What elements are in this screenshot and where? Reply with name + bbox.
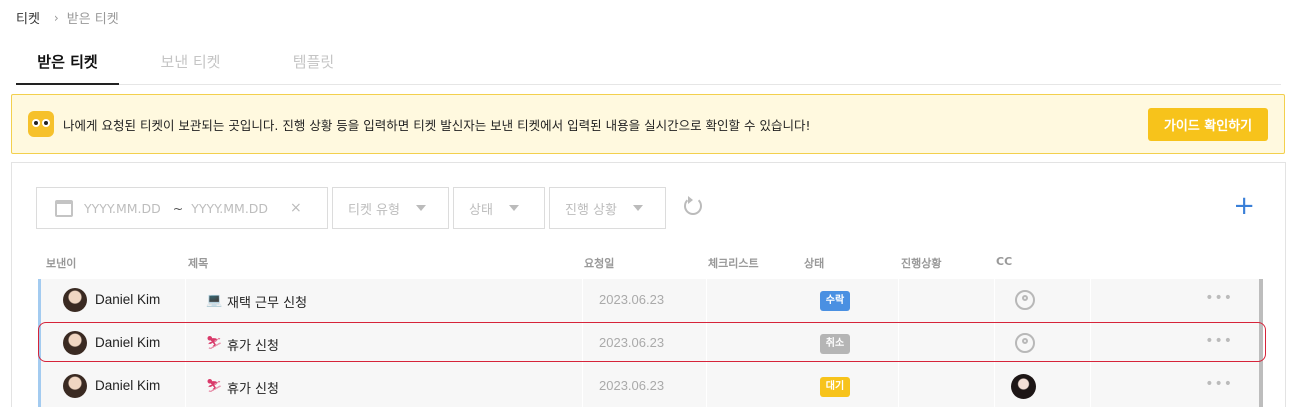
info-banner: 나에게 요청된 티켓이 보관되는 곳입니다. 진행 상황 등을 입력하면 티켓 … bbox=[11, 94, 1285, 154]
column-header-progress[interactable]: 진행상황 bbox=[901, 255, 941, 271]
clear-date-icon[interactable]: × bbox=[290, 200, 302, 216]
row-scroll-indicator bbox=[1259, 279, 1263, 322]
progress-label: 진행 상황 bbox=[565, 202, 617, 218]
chevron-down-icon bbox=[632, 205, 643, 211]
request-date: 2023.06.23 bbox=[599, 292, 665, 307]
request-date: 2023.06.23 bbox=[599, 378, 665, 393]
empty-user-icon[interactable] bbox=[1015, 290, 1035, 310]
laptop-icon: 💻 bbox=[206, 293, 223, 308]
date-from-input[interactable]: YYYY.MM.DD bbox=[84, 201, 161, 216]
status-label: 상태 bbox=[469, 202, 493, 218]
tab-received-tickets[interactable]: 받은 티켓 bbox=[16, 40, 119, 85]
guide-button[interactable]: 가이드 확인하기 bbox=[1148, 108, 1268, 141]
refresh-icon[interactable] bbox=[684, 196, 702, 215]
status-badge: 수락 bbox=[820, 291, 850, 311]
table-row[interactable]: Daniel Kim 💻 재택 근무 신청 2023.06.23 수락 ••• bbox=[38, 279, 1263, 322]
more-options-icon[interactable]: ••• bbox=[1205, 376, 1233, 392]
date-range-separator: ~ bbox=[172, 200, 184, 216]
ticket-panel: YYYY.MM.DD ~ YYYY.MM.DD × 티켓 유형 상태 진행 상황… bbox=[11, 162, 1286, 407]
cc-user-avatar[interactable] bbox=[1011, 374, 1036, 399]
breadcrumb-separator-icon: › bbox=[53, 10, 59, 25]
banner-text: 나에게 요청된 티켓이 보관되는 곳입니다. 진행 상황 등을 입력하면 티켓 … bbox=[63, 117, 811, 133]
progress-dropdown[interactable]: 진행 상황 bbox=[549, 187, 666, 229]
ticket-type-dropdown[interactable]: 티켓 유형 bbox=[332, 187, 449, 229]
filter-bar: YYYY.MM.DD ~ YYYY.MM.DD × 티켓 유형 상태 진행 상황 bbox=[36, 187, 702, 229]
tab-sent-tickets[interactable]: 보낸 티켓 bbox=[139, 40, 242, 85]
row-highlight-outline bbox=[38, 322, 1266, 362]
sender-name: Daniel Kim bbox=[95, 292, 161, 307]
column-header-request-date[interactable]: 요청일 bbox=[584, 255, 614, 271]
row-indicator bbox=[38, 365, 41, 407]
breadcrumb-root[interactable]: 티켓 bbox=[16, 8, 40, 27]
avatar bbox=[63, 374, 87, 398]
tab-templates[interactable]: 템플릿 bbox=[262, 40, 365, 85]
eyes-icon bbox=[28, 111, 54, 137]
breadcrumb: 티켓 › 받은 티켓 bbox=[16, 8, 119, 28]
ticket-title[interactable]: 휴가 신청 bbox=[227, 378, 279, 397]
date-range-picker[interactable]: YYYY.MM.DD ~ YYYY.MM.DD × bbox=[36, 187, 328, 229]
column-header-title[interactable]: 제목 bbox=[188, 255, 208, 271]
avatar bbox=[63, 288, 87, 312]
status-badge: 대기 bbox=[820, 377, 850, 397]
table-row[interactable]: Daniel Kim ⛷ 휴가 신청 2023.06.23 대기 ••• bbox=[38, 365, 1263, 407]
column-header-status[interactable]: 상태 bbox=[804, 255, 824, 271]
column-header-sender[interactable]: 보낸이 bbox=[46, 255, 76, 271]
more-options-icon[interactable]: ••• bbox=[1205, 290, 1233, 306]
row-scroll-indicator bbox=[1259, 365, 1263, 407]
ticket-type-label: 티켓 유형 bbox=[348, 202, 400, 218]
row-indicator bbox=[38, 279, 41, 322]
add-ticket-button[interactable]: + bbox=[1233, 193, 1255, 219]
column-header-checklist[interactable]: 체크리스트 bbox=[708, 255, 759, 271]
tab-bar: 받은 티켓 보낸 티켓 템플릿 bbox=[16, 40, 1281, 85]
chevron-down-icon bbox=[415, 205, 426, 211]
sender-name: Daniel Kim bbox=[95, 378, 161, 393]
status-dropdown[interactable]: 상태 bbox=[453, 187, 545, 229]
date-to-input[interactable]: YYYY.MM.DD bbox=[191, 201, 268, 216]
calendar-icon bbox=[55, 199, 73, 217]
chevron-down-icon bbox=[508, 205, 519, 211]
skier-icon: ⛷ bbox=[206, 379, 223, 394]
ticket-title[interactable]: 재택 근무 신청 bbox=[227, 292, 307, 311]
column-header-cc[interactable]: CC bbox=[996, 255, 1012, 268]
breadcrumb-current: 받은 티켓 bbox=[66, 12, 119, 27]
